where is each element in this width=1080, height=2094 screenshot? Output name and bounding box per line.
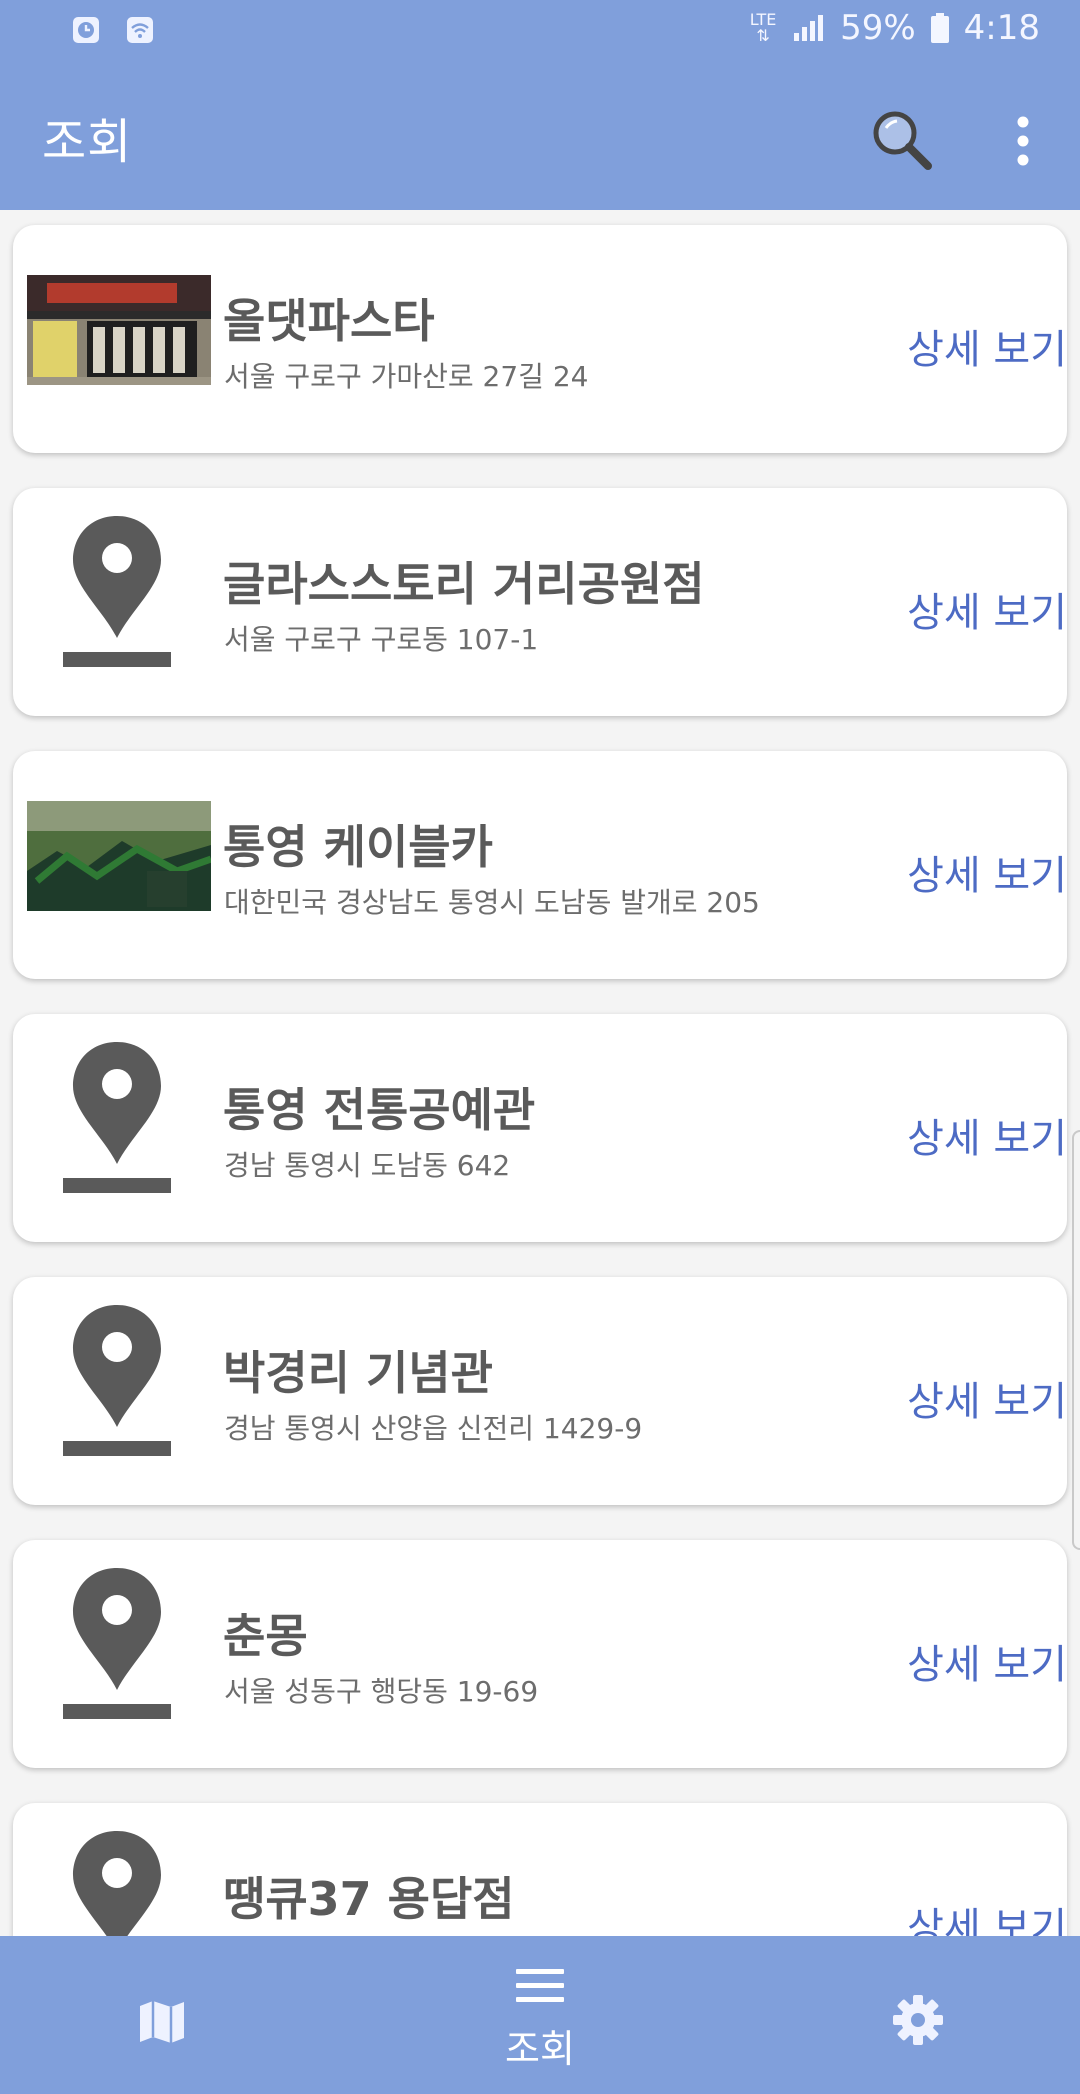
page-title: 조회 [42, 114, 133, 170]
nav-tab-list[interactable]: 조회 [490, 1966, 590, 2086]
status-right: LTE ⇅ 59% 4:18 [748, 8, 1040, 48]
wifi-icon [127, 17, 153, 43]
more-vert-icon[interactable] [1000, 106, 1046, 178]
detail-view-link[interactable]: 상세 보기 [907, 1106, 1067, 1164]
place-card[interactable]: 통영 케이블카대한민국 경상남도 통영시 도남동 발개로 205 상세 보기 [13, 751, 1067, 979]
location-pin-icon [63, 1827, 171, 1936]
place-name: 통영 전통공예관 [223, 1083, 536, 1137]
detail-view-link[interactable]: 상세 보기 [907, 1895, 1067, 1936]
menu-icon [516, 1969, 564, 2002]
place-address: 서울 구로구 구로동 107-1 [224, 623, 539, 656]
signal-icon [794, 15, 824, 41]
scroll-indicator[interactable] [1072, 1130, 1080, 1550]
battery-icon [930, 13, 949, 43]
place-address: 서울 구로구 가마산로 27길 24 [224, 360, 589, 393]
app-bar: 조회 [0, 64, 1080, 210]
detail-view-link[interactable]: 상세 보기 [907, 843, 1067, 901]
settings-icon[interactable] [890, 1992, 946, 2048]
place-address: 대한민국 경상남도 통영시 도남동 발개로 205 [224, 886, 760, 919]
status-left-icons [70, 14, 156, 46]
place-name: 글라스스토리 거리공원점 [223, 557, 705, 611]
place-name: 박경리 기념관 [223, 1346, 493, 1400]
place-name: 올댓파스타 [223, 294, 435, 348]
clock-icon [73, 17, 99, 43]
place-address: 서울 성동구 행당동 19-69 [224, 1675, 539, 1708]
network-indicator: LTE ⇅ [748, 12, 778, 44]
location-pin-icon [63, 1301, 171, 1461]
place-address: 경남 통영시 산양읍 신전리 1429-9 [224, 1412, 643, 1445]
place-name: 통영 케이블카 [223, 820, 493, 874]
place-name: 춘몽 [223, 1609, 308, 1663]
data-arrows-icon: ⇅ [756, 26, 770, 45]
place-card[interactable]: 글라스스토리 거리공원점서울 구로구 구로동 107-1 상세 보기 [13, 488, 1067, 716]
location-pin-icon [63, 1564, 171, 1724]
battery-percent: 59% [840, 8, 916, 48]
detail-view-link[interactable]: 상세 보기 [907, 580, 1067, 638]
place-card[interactable]: 박경리 기념관경남 통영시 산양읍 신전리 1429-9 상세 보기 [13, 1277, 1067, 1505]
place-photo [27, 801, 211, 911]
nav-tab-list-label: 조회 [505, 2027, 575, 2071]
clock-time: 4:18 [963, 8, 1040, 48]
map-icon[interactable] [136, 1996, 188, 2048]
place-address: 경남 통영시 도남동 642 [224, 1149, 511, 1182]
search-icon[interactable] [866, 104, 938, 176]
place-card[interactable]: 올댓파스타서울 구로구 가마산로 27길 24 상세 보기 [13, 225, 1067, 453]
place-card[interactable]: 춘몽서울 성동구 행당동 19-69 상세 보기 [13, 1540, 1067, 1768]
detail-view-link[interactable]: 상세 보기 [907, 1632, 1067, 1690]
place-name: 땡큐37 용답점 [223, 1872, 515, 1926]
location-pin-icon [63, 1038, 171, 1198]
status-bar: LTE ⇅ 59% 4:18 [0, 0, 1080, 64]
location-pin-icon [63, 512, 171, 672]
place-card[interactable]: 통영 전통공예관경남 통영시 도남동 642 상세 보기 [13, 1014, 1067, 1242]
detail-view-link[interactable]: 상세 보기 [907, 317, 1067, 375]
bottom-nav: 조회 [0, 1936, 1080, 2094]
place-photo [27, 275, 211, 385]
place-card[interactable]: 땡큐37 용답점 상세 보기 [13, 1803, 1067, 1936]
place-list[interactable]: 올댓파스타 서울 구로구 가마산로 27길 24 상세 보기 글라스스토리 거리공원점… [0, 210, 1080, 1936]
detail-view-link[interactable]: 상세 보기 [907, 1369, 1067, 1427]
